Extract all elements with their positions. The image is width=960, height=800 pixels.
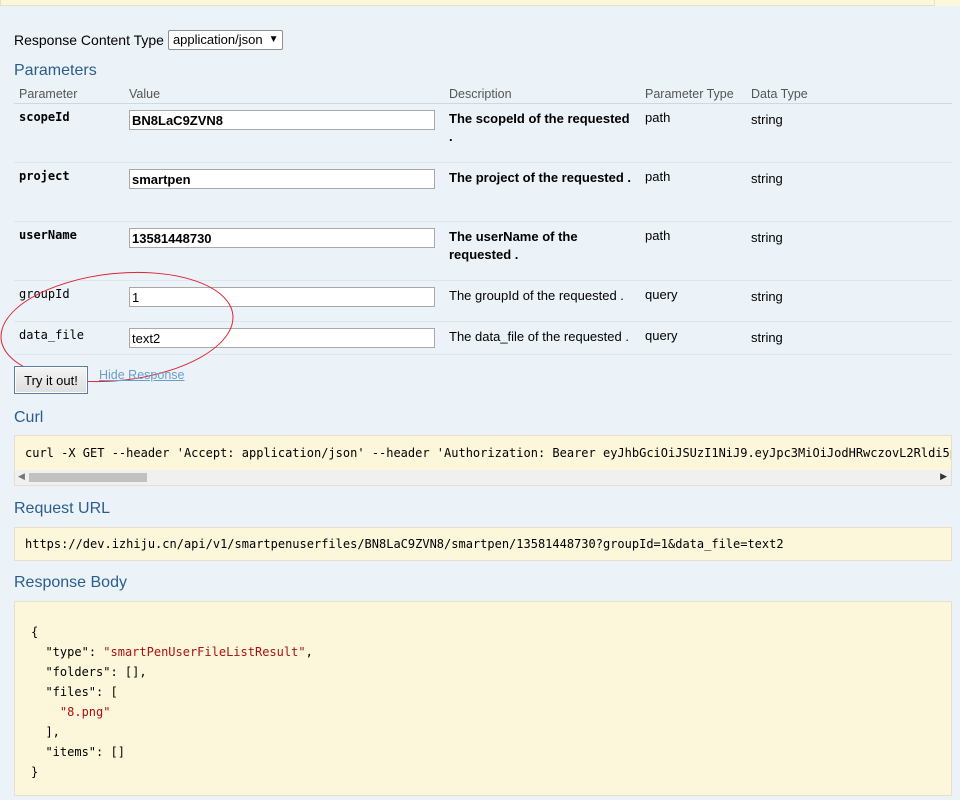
param-type: query <box>640 280 746 322</box>
try-it-out-button[interactable]: Try it out! <box>14 366 88 394</box>
param-data-type: string <box>746 280 952 322</box>
response-content-type-select[interactable]: application/json ▼ <box>167 30 284 50</box>
col-header-parameter-type: Parameter Type <box>640 86 746 104</box>
param-value-input[interactable] <box>129 110 435 130</box>
param-type: path <box>640 103 746 163</box>
json-key: "files" <box>45 685 97 699</box>
param-name: data_file <box>14 321 124 355</box>
param-value-input[interactable] <box>129 328 435 348</box>
param-row-username: userName The userName of the requested .… <box>14 221 952 281</box>
json-key: "type" <box>45 645 89 659</box>
previous-panel-edge-right <box>935 0 960 6</box>
param-data-type: string <box>746 162 952 222</box>
param-type: query <box>640 321 746 355</box>
json-string: "8.png" <box>59 705 111 719</box>
curl-heading: Curl <box>14 409 44 426</box>
response-content-type: Response Content Type application/json ▼ <box>14 30 284 50</box>
request-url-box: https://dev.izhiju.cn/api/v1/smartpenuse… <box>14 527 952 561</box>
param-value-input[interactable] <box>129 228 435 248</box>
scroll-right-arrow-icon[interactable]: ▶ <box>940 471 947 482</box>
parameters-table: Parameter Value Description Parameter Ty… <box>14 86 952 355</box>
parameters-header-row: Parameter Value Description Parameter Ty… <box>14 86 952 104</box>
param-row-groupid: groupId The groupId of the requested . q… <box>14 280 952 322</box>
param-row-project: project The project of the requested . p… <box>14 162 952 222</box>
param-type: path <box>640 162 746 222</box>
response-body-heading: Response Body <box>14 574 127 591</box>
response-json: { "type": "smartPenUserFileListResult", … <box>31 625 313 779</box>
json-string: "smartPenUserFileListResult" <box>103 645 306 659</box>
param-data-type: string <box>746 321 952 355</box>
param-row-data-file: data_file The data_file of the requested… <box>14 321 952 355</box>
col-header-description: Description <box>444 86 640 104</box>
param-description: The groupId of the requested . <box>444 280 640 322</box>
previous-panel-edge <box>0 0 935 6</box>
param-name: project <box>14 162 124 222</box>
param-row-scopeid: scopeId The scopeId of the requested . p… <box>14 103 952 163</box>
param-type: path <box>640 221 746 281</box>
response-content-type-label: Response Content Type <box>14 32 164 48</box>
col-header-parameter: Parameter <box>14 86 124 104</box>
param-name: userName <box>14 221 124 281</box>
curl-horizontal-scrollbar[interactable]: ◀ ▶ <box>15 470 951 485</box>
curl-box: curl -X GET --header 'Accept: applicatio… <box>14 435 952 486</box>
param-name: scopeId <box>14 103 124 163</box>
scroll-left-arrow-icon[interactable]: ◀ <box>18 471 25 482</box>
response-body-box: { "type": "smartPenUserFileListResult", … <box>14 601 952 796</box>
param-description: The project of the requested . <box>444 162 640 222</box>
request-url-heading: Request URL <box>14 500 111 517</box>
param-value-input[interactable] <box>129 169 435 189</box>
param-name: groupId <box>14 280 124 322</box>
param-description: The data_file of the requested . <box>444 321 640 355</box>
scrollbar-thumb[interactable] <box>29 473 147 482</box>
json-key: "items" <box>45 745 97 759</box>
col-header-value: Value <box>124 86 444 104</box>
curl-command: curl -X GET --header 'Accept: applicatio… <box>25 446 952 460</box>
param-description: The userName of the requested . <box>444 221 640 281</box>
hide-response-link[interactable]: Hide Response <box>99 368 184 382</box>
col-header-data-type: Data Type <box>746 86 952 104</box>
parameters-heading: Parameters <box>14 62 97 79</box>
param-data-type: string <box>746 221 952 281</box>
json-key: "folders" <box>45 665 111 679</box>
request-url-text: https://dev.izhiju.cn/api/v1/smartpenuse… <box>25 537 784 551</box>
param-description: The scopeId of the requested . <box>444 103 640 163</box>
param-value-input[interactable] <box>129 287 435 307</box>
caret-down-icon: ▼ <box>268 34 279 45</box>
response-content-type-value: application/json <box>172 32 263 47</box>
param-data-type: string <box>746 103 952 163</box>
